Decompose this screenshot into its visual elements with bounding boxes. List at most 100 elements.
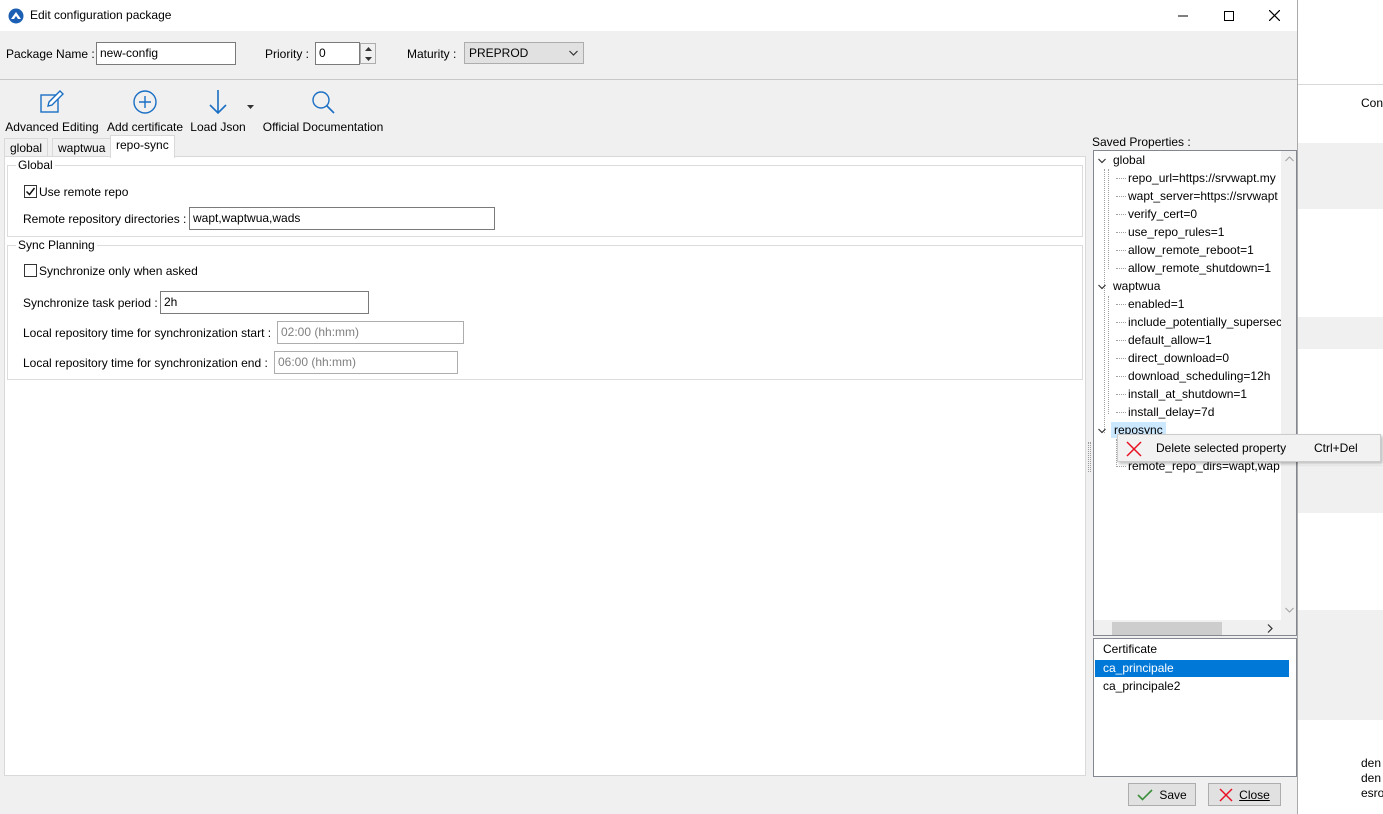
close-x-icon: [1219, 787, 1233, 802]
delete-property-label: Delete selected property: [1156, 441, 1287, 455]
global-group: Global Use remote repo Remote repository…: [7, 158, 1083, 237]
priority-spinner[interactable]: [360, 43, 376, 64]
scroll-down-icon[interactable]: [1285, 607, 1294, 613]
background-application: Con den den esro: [1297, 0, 1383, 814]
use-remote-repo-label[interactable]: Use remote repo: [39, 185, 128, 199]
official-documentation-label: Official Documentation: [262, 120, 384, 134]
tree-item[interactable]: allow_remote_shutdown=1: [1128, 261, 1271, 275]
tab-repo-sync[interactable]: repo-sync: [110, 135, 175, 158]
title-bar[interactable]: Edit configuration package: [0, 0, 1297, 31]
scroll-right-icon[interactable]: [1267, 624, 1273, 633]
background-text: den: [1361, 756, 1382, 770]
official-documentation-button[interactable]: Official Documentation: [260, 87, 386, 134]
app-logo-icon: [8, 8, 24, 24]
save-button[interactable]: Save: [1128, 783, 1196, 806]
certificate-row-selected[interactable]: ca_principale: [1095, 660, 1289, 677]
add-certificate-button[interactable]: Add certificate: [105, 87, 185, 134]
sync-only-when-asked-label[interactable]: Synchronize only when asked: [39, 264, 198, 278]
tree-connector: [1116, 412, 1126, 413]
scrollbar-thumb[interactable]: [1112, 622, 1222, 635]
splitter-grip[interactable]: [1088, 442, 1091, 472]
scroll-up-icon[interactable]: [1285, 156, 1294, 162]
close-button-label: Close: [1239, 787, 1270, 802]
tree-group-global[interactable]: global: [1113, 153, 1145, 167]
delete-x-icon: [1126, 441, 1142, 457]
tab-waptwua[interactable]: waptwua: [52, 138, 112, 157]
chevron-down-icon[interactable]: [1097, 282, 1107, 292]
tree-item[interactable]: verify_cert=0: [1128, 207, 1197, 221]
tree-connector: [1116, 196, 1126, 197]
load-json-label: Load Json: [190, 120, 246, 134]
spin-down-icon[interactable]: [361, 54, 375, 64]
tree-connector: [1116, 214, 1126, 215]
tree-item[interactable]: wapt_server=https://srvwapt: [1128, 189, 1278, 203]
remote-dirs-input[interactable]: wapt,waptwua,wads: [189, 207, 495, 230]
use-remote-repo-checkbox[interactable]: [24, 185, 37, 198]
tree-connector: [1116, 232, 1126, 233]
save-button-label: Save: [1159, 787, 1187, 802]
tree-connector: [1116, 178, 1126, 179]
certificate-column-header[interactable]: Certificate: [1095, 641, 1289, 658]
tree-item[interactable]: direct_download=0: [1128, 351, 1229, 365]
tree-connector: [1116, 358, 1126, 359]
close-window-button[interactable]: [1251, 0, 1297, 31]
time-end-input[interactable]: 06:00 (hh:mm): [274, 351, 458, 374]
tree-item[interactable]: enabled=1: [1128, 297, 1184, 311]
tree-group-waptwua[interactable]: waptwua: [1113, 279, 1160, 293]
tree-item[interactable]: install_delay=7d: [1128, 405, 1214, 419]
window-title: Edit configuration package: [30, 8, 172, 22]
chevron-down-icon[interactable]: [1097, 156, 1107, 166]
advanced-editing-button[interactable]: Advanced Editing: [5, 87, 99, 134]
time-end-label: Local repository time for synchronizatio…: [23, 356, 268, 370]
sync-only-when-asked-checkbox[interactable]: [24, 264, 37, 277]
task-period-label: Synchronize task period :: [23, 296, 158, 310]
scrollbar-corner: [1281, 620, 1296, 635]
edit-icon: [40, 90, 64, 113]
load-json-button[interactable]: Load Json: [190, 87, 246, 134]
delete-property-menu-item[interactable]: Delete selected property Ctrl+Del: [1118, 435, 1380, 461]
task-period-input[interactable]: 2h: [160, 291, 369, 314]
saved-properties-tree[interactable]: global repo_url=https://srvwapt.my wapt_…: [1093, 150, 1297, 636]
priority-input[interactable]: 0: [315, 42, 360, 65]
tree-item[interactable]: default_allow=1: [1128, 333, 1212, 347]
remote-dirs-label: Remote repository directories :: [23, 212, 187, 226]
spin-up-icon[interactable]: [361, 44, 375, 54]
tree-item[interactable]: use_repo_rules=1: [1128, 225, 1224, 239]
minimize-button[interactable]: [1160, 0, 1206, 31]
time-start-input[interactable]: 02:00 (hh:mm): [277, 321, 464, 344]
toolbar: Advanced Editing Add certificate Load Js…: [0, 81, 1297, 134]
repo-sync-panel: Global Use remote repo Remote repository…: [4, 156, 1086, 776]
background-row: [1297, 317, 1383, 349]
certificate-row[interactable]: ca_principale2: [1095, 678, 1289, 695]
package-name-input[interactable]: new-config: [96, 42, 236, 65]
maturity-value: PREPROD: [469, 46, 529, 60]
tree-horizontal-scrollbar[interactable]: [1094, 620, 1281, 635]
dropdown-arrow-icon[interactable]: [247, 105, 254, 110]
tree-item[interactable]: download_scheduling=12h: [1128, 369, 1270, 383]
certificates-list[interactable]: Certificate ca_principale ca_principale2: [1093, 638, 1297, 777]
maturity-select[interactable]: PREPROD: [464, 42, 584, 64]
tree-connector: [1116, 268, 1126, 269]
background-divider: [1297, 84, 1383, 85]
close-icon: [1268, 10, 1280, 21]
tree-connector: [1116, 304, 1126, 305]
checkmark-icon: [1137, 788, 1153, 801]
tree-item[interactable]: include_potentially_supersec: [1128, 315, 1282, 329]
tree-item[interactable]: install_at_shutdown=1: [1128, 387, 1247, 401]
arrow-down-icon: [209, 90, 227, 115]
tree-item[interactable]: repo_url=https://srvwapt.my: [1128, 171, 1276, 185]
sync-planning-title: Sync Planning: [16, 238, 97, 252]
saved-properties-title: Saved Properties :: [1092, 135, 1191, 149]
search-icon: [312, 91, 335, 114]
background-row: [1297, 465, 1383, 513]
maturity-label: Maturity :: [407, 47, 457, 61]
tree-connector: [1116, 394, 1126, 395]
maximize-button[interactable]: [1206, 0, 1252, 31]
tab-global[interactable]: global: [4, 138, 49, 157]
time-start-label: Local repository time for synchronizatio…: [23, 326, 272, 340]
tree-item[interactable]: allow_remote_reboot=1: [1128, 243, 1254, 257]
tree-connector: [1116, 340, 1126, 341]
tree-vertical-scrollbar[interactable]: [1281, 151, 1296, 620]
chevron-down-icon[interactable]: [1097, 426, 1107, 436]
close-button[interactable]: Close: [1208, 783, 1281, 806]
